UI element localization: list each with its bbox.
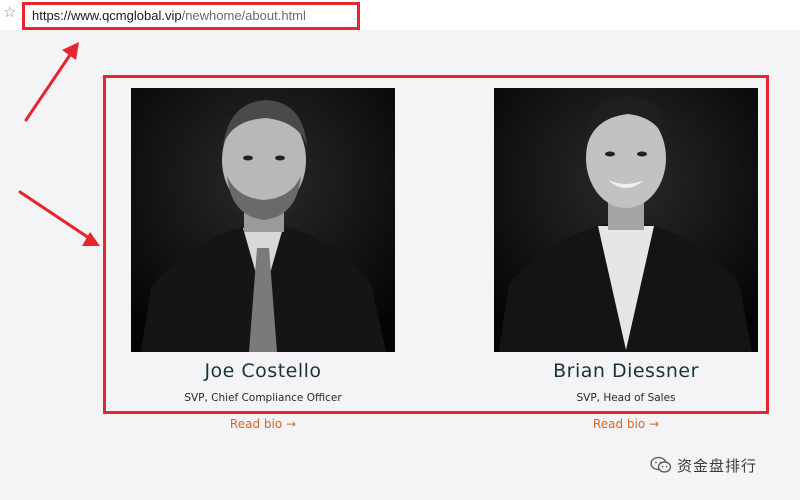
member-name: Joe Costello bbox=[204, 360, 322, 382]
bookmark-star-icon[interactable]: ☆ bbox=[3, 3, 19, 21]
wechat-icon bbox=[650, 456, 672, 473]
team-card-brian: Brian Diessner SVP, Head of Sales bbox=[494, 88, 758, 404]
member-title: SVP, Head of Sales bbox=[576, 392, 676, 404]
read-bio-link-joe[interactable]: Read bio → bbox=[131, 417, 395, 431]
read-bio-label: Read bio bbox=[592, 417, 646, 431]
url-path: /newhome/about.html bbox=[181, 8, 306, 23]
arrow-to-cards bbox=[18, 190, 94, 242]
portrait-photo bbox=[494, 88, 758, 352]
arrow-right-icon: → bbox=[649, 417, 660, 431]
arrow-right-icon: → bbox=[286, 417, 297, 431]
address-bar[interactable]: https://www.qcmglobal.vip/newhome/about.… bbox=[32, 8, 306, 24]
read-bio-link-brian[interactable]: Read bio → bbox=[494, 417, 758, 431]
url-host: https://www.qcmglobal.vip bbox=[32, 8, 182, 23]
arrow-to-url bbox=[24, 50, 74, 122]
wechat-watermark: 资金盘排行 bbox=[650, 454, 757, 476]
member-title: SVP, Chief Compliance Officer bbox=[184, 392, 342, 404]
arrowhead-cards bbox=[82, 232, 100, 246]
read-bio-label: Read bio bbox=[229, 417, 283, 431]
watermark-text: 资金盘排行 bbox=[677, 456, 758, 475]
browser-address-area: ☆ https://www.qcmglobal.vip/newhome/abou… bbox=[0, 0, 800, 30]
arrowhead-url bbox=[62, 42, 79, 60]
url-annotation-box: https://www.qcmglobal.vip/newhome/about.… bbox=[22, 2, 360, 30]
member-name: Brian Diessner bbox=[553, 360, 699, 382]
portrait-photo bbox=[131, 88, 395, 352]
team-card-joe: Joe Costello SVP, Chief Compliance Offic… bbox=[131, 88, 395, 404]
